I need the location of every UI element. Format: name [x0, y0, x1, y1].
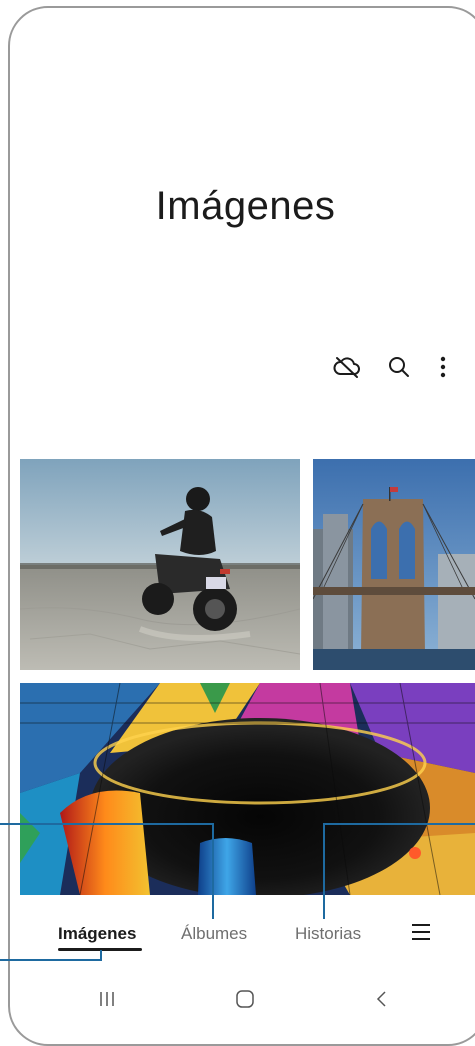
- photo-brooklyn-bridge[interactable]: [313, 459, 475, 670]
- callout-line: [323, 823, 325, 919]
- tab-imagenes[interactable]: Imágenes: [58, 924, 136, 944]
- tab-albumes[interactable]: Álbumes: [181, 924, 247, 944]
- search-icon[interactable]: [384, 352, 414, 382]
- callout-line: [100, 950, 102, 961]
- callout-line: [0, 959, 102, 961]
- cloud-off-icon[interactable]: [332, 352, 362, 382]
- photo-motorcycle-desert[interactable]: [20, 459, 300, 670]
- callout-line: [0, 823, 213, 825]
- home-icon[interactable]: [230, 986, 260, 1012]
- tab-historias[interactable]: Historias: [295, 924, 361, 944]
- callout-line: [324, 823, 475, 825]
- page-title: Imágenes: [155, 184, 336, 228]
- photo-stained-glass-dome[interactable]: [20, 683, 475, 895]
- callout-line: [212, 823, 214, 919]
- back-icon[interactable]: [366, 986, 396, 1012]
- recents-icon[interactable]: [92, 986, 122, 1012]
- more-options-icon[interactable]: [430, 352, 456, 382]
- hamburger-menu-icon[interactable]: [406, 918, 436, 946]
